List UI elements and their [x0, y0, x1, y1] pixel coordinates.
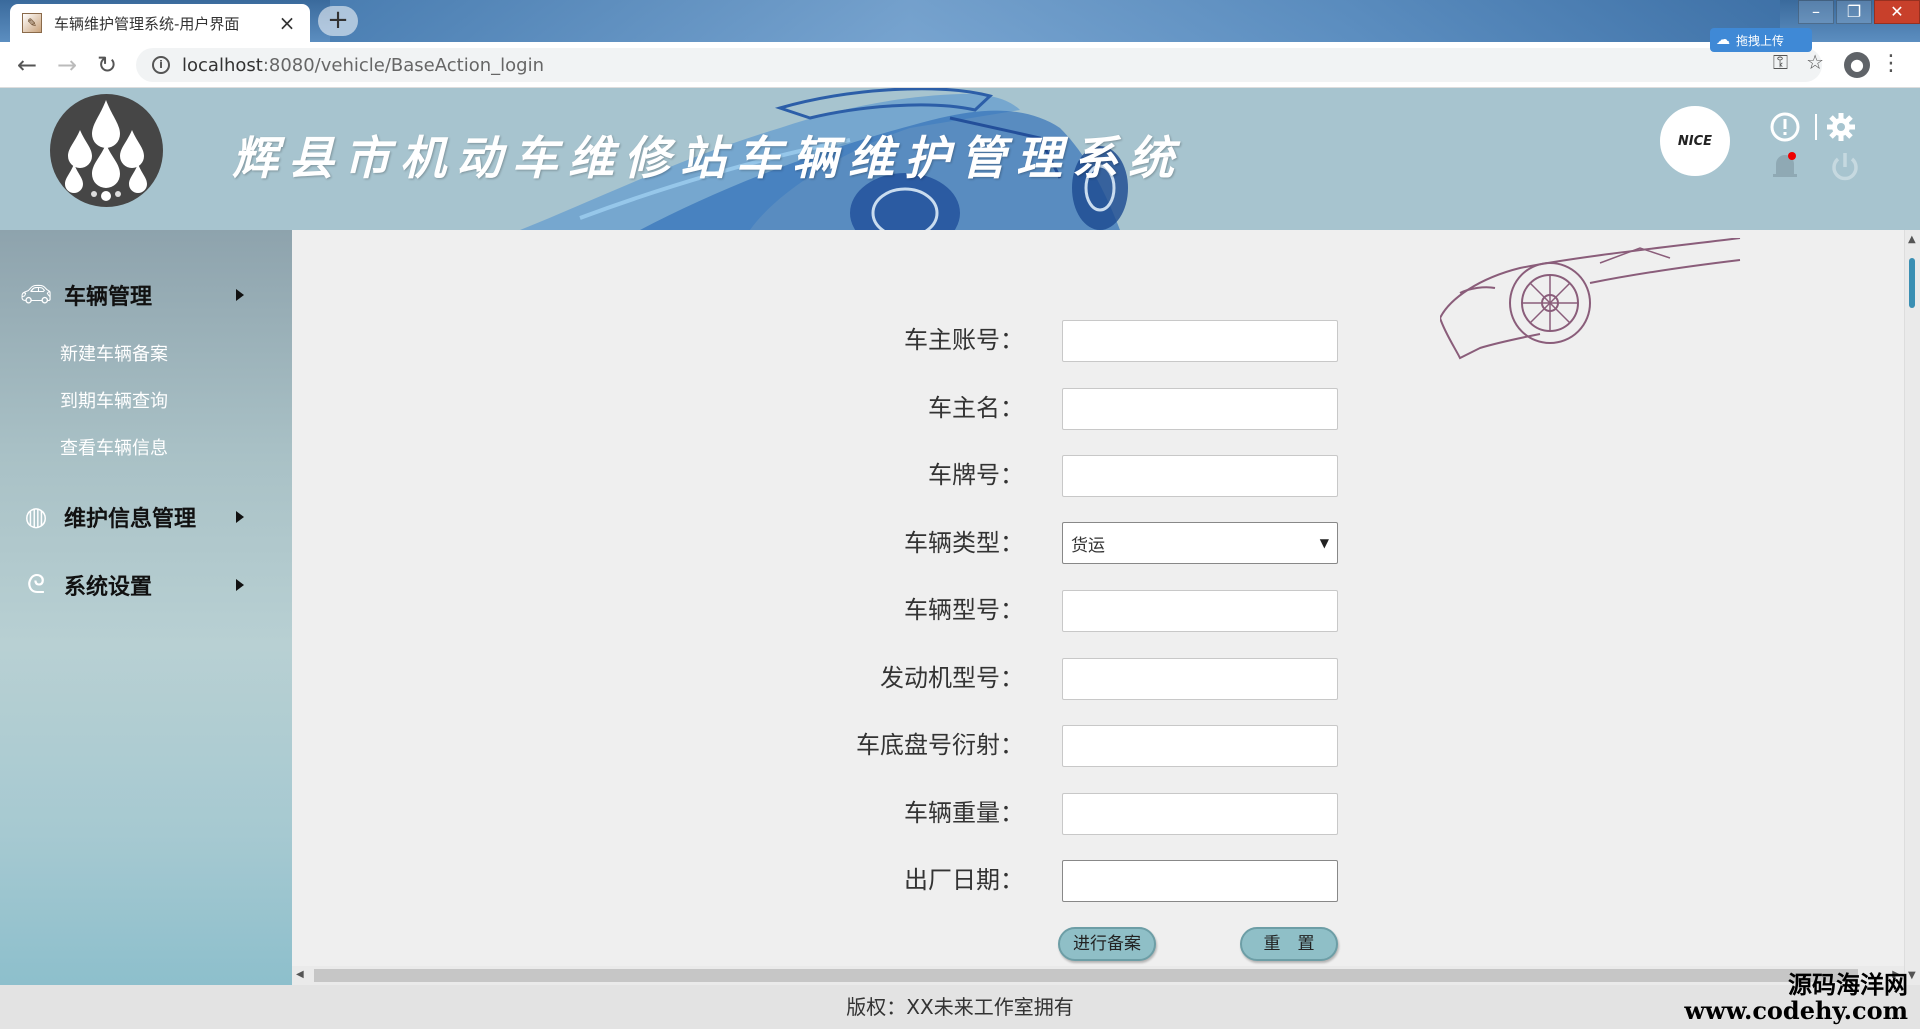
header-icon-divider	[1815, 114, 1817, 140]
sidebar-group-label: 系统设置	[64, 575, 153, 600]
vertical-scrollbar[interactable]: ▲ ▼	[1904, 230, 1920, 985]
manufacture-date-input[interactable]	[1062, 860, 1338, 902]
bell-icon[interactable]	[1768, 148, 1802, 182]
url-text: localhost:8080/vehicle/BaseAction_login	[182, 55, 544, 76]
url-input[interactable]: i localhost:8080/vehicle/BaseAction_logi…	[136, 48, 1822, 82]
tab-title: 车辆维护管理系统-用户界面	[54, 14, 240, 33]
dropdown-arrow-icon: ▼	[1319, 536, 1329, 550]
caret-right-icon	[236, 579, 244, 591]
manufacture-date-label: 出厂日期：	[904, 866, 1024, 894]
app-logo	[50, 94, 163, 207]
sidebar-item-new-vehicle[interactable]: 新建车辆备案	[60, 340, 168, 366]
upload-extension-label: 拖拽上传	[1736, 33, 1785, 48]
swirl-icon: ᘓ	[26, 569, 46, 600]
horizontal-scrollbar[interactable]: ◀ ▶	[292, 966, 1904, 985]
minimize-icon[interactable]: –	[1798, 0, 1834, 24]
url-host: localhost	[182, 54, 263, 76]
gear-icon[interactable]	[1824, 110, 1858, 144]
power-icon[interactable]	[1828, 150, 1862, 184]
reload-icon[interactable]: ↻	[90, 48, 124, 82]
globe-icon: ◍	[24, 502, 48, 532]
scroll-left-arrow-icon[interactable]: ◀	[296, 969, 304, 980]
back-arrow-icon[interactable]: ←	[10, 48, 44, 82]
avatar-text: NICE	[1677, 133, 1713, 149]
tab-close-icon[interactable]: ×	[276, 11, 298, 35]
owner-account-input[interactable]	[1062, 320, 1338, 362]
vehicle-model-input[interactable]	[1062, 590, 1338, 632]
engine-model-label: 发动机型号：	[880, 664, 1024, 692]
caret-right-icon	[236, 289, 244, 301]
browser-menu-icon[interactable]: ⋮	[1880, 50, 1902, 78]
sidebar-group-maintenance[interactable]: ◍ 维护信息管理	[0, 492, 292, 542]
owner-name-input[interactable]	[1062, 388, 1338, 430]
app-header: 辉县市机动车维修站车辆维护管理系统 NICE	[0, 88, 1920, 230]
sidebar-group-settings[interactable]: ᘓ 系统设置	[0, 560, 292, 610]
vehicle-type-label: 车辆类型：	[904, 529, 1024, 557]
main-content: 车主账号： 车主名： 车牌号： 车辆类型： 货运 ▼ 车辆型号： 发动机型号： …	[292, 230, 1904, 985]
reset-button[interactable]: 重 置	[1240, 927, 1338, 961]
caret-right-icon	[236, 511, 244, 523]
url-path: :8080/vehicle/BaseAction_login	[262, 54, 544, 76]
sidebar-group-label: 维护信息管理	[64, 507, 197, 532]
car-sketch-icon	[1440, 238, 1741, 360]
vehicle-type-value: 货运	[1071, 535, 1105, 556]
chassis-number-input[interactable]	[1062, 725, 1338, 767]
sidebar-item-view-vehicles[interactable]: 查看车辆信息	[60, 434, 168, 460]
chassis-number-label: 车底盘号衍射：	[856, 731, 1024, 759]
owner-account-label: 车主账号：	[904, 326, 1024, 354]
submit-record-button[interactable]: 进行备案	[1058, 927, 1156, 961]
vertical-scroll-thumb[interactable]	[1909, 258, 1915, 308]
user-avatar[interactable]: NICE	[1660, 106, 1730, 176]
cloud-icon: ☁	[1716, 32, 1730, 48]
plate-number-label: 车牌号：	[928, 461, 1024, 489]
forward-arrow-icon[interactable]: →	[50, 48, 84, 82]
profile-avatar-icon[interactable]: ●	[1844, 52, 1870, 78]
site-watermark: 源码海洋网 www.codehy.com	[1684, 972, 1908, 1024]
scroll-up-arrow-icon[interactable]: ▲	[1908, 234, 1916, 245]
copyright-text: 版权：XX未来工作室拥有	[846, 995, 1074, 1019]
system-title: 辉县市机动车维修站车辆维护管理系统	[232, 131, 1184, 185]
new-tab-button[interactable]: +	[318, 6, 358, 36]
watermark-line1: 源码海洋网	[1788, 971, 1908, 999]
restore-icon[interactable]: ❐	[1836, 0, 1872, 24]
omnibox-actions: ⚿ ☆	[1773, 50, 1824, 74]
site-info-icon[interactable]: i	[152, 56, 170, 74]
owner-name-label: 车主名：	[928, 394, 1024, 422]
water-drops-logo-icon	[65, 100, 147, 201]
alert-icon[interactable]	[1768, 110, 1802, 144]
vehicle-type-select[interactable]: 货运 ▼	[1062, 522, 1338, 564]
watermark-line2: www.codehy.com	[1684, 996, 1908, 1025]
vehicle-weight-label: 车辆重量：	[904, 799, 1024, 827]
horizontal-scroll-thumb[interactable]	[314, 969, 1858, 982]
sidebar: 🚗︎ 车辆管理 新建车辆备案 到期车辆查询 查看车辆信息 ◍ 维护信息管理 ᘓ …	[0, 230, 292, 985]
sidebar-item-expired-vehicles[interactable]: 到期车辆查询	[60, 387, 168, 413]
sidebar-group-label: 车辆管理	[64, 285, 153, 310]
upload-extension-button[interactable]: ☁ 拖拽上传	[1710, 28, 1812, 52]
address-bar: ← → ↻ i localhost:8080/vehicle/BaseActio…	[0, 42, 1920, 88]
window-controls: – ❐ ✕	[1796, 0, 1920, 26]
browser-tab-active[interactable]: ✎ 车辆维护管理系统-用户界面 ×	[10, 4, 310, 42]
car-icon: 🚗︎	[19, 280, 53, 310]
browser-tab-bar: ✎ 车辆维护管理系统-用户界面 × + – ❐ ✕	[0, 0, 1920, 42]
bookmark-star-icon[interactable]: ☆	[1806, 50, 1824, 74]
footer: 版权：XX未来工作室拥有	[0, 985, 1920, 1029]
plate-number-input[interactable]	[1062, 455, 1338, 497]
vehicle-model-label: 车辆型号：	[904, 596, 1024, 624]
window-close-icon[interactable]: ✕	[1874, 0, 1920, 24]
sidebar-group-vehicle[interactable]: 🚗︎ 车辆管理	[0, 270, 292, 320]
scroll-down-arrow-icon[interactable]: ▼	[1908, 970, 1916, 981]
engine-model-input[interactable]	[1062, 658, 1338, 700]
vehicle-weight-input[interactable]	[1062, 793, 1338, 835]
tabbar-background	[330, 0, 1780, 42]
key-icon[interactable]: ⚿	[1773, 50, 1788, 74]
page-favicon-icon: ✎	[22, 13, 42, 33]
